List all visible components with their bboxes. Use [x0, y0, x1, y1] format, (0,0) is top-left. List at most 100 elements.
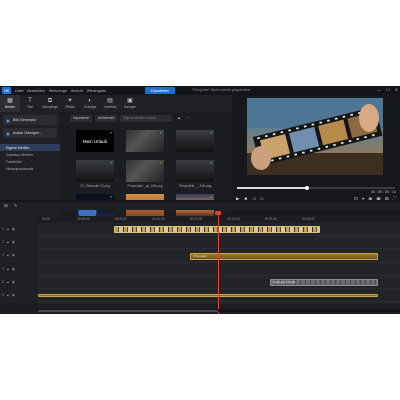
more-options-icon[interactable]: ⋯ — [186, 115, 191, 121]
media-thumbnail[interactable]: ✔ — [126, 130, 164, 152]
maximize-button[interactable]: ☐ — [386, 87, 390, 92]
tool-effects-label: Effekte — [65, 105, 75, 109]
ruler-tick-label: 00:01:00 — [189, 217, 203, 221]
minimize-button[interactable]: — — [377, 87, 381, 92]
image-generator-label: Bild Generator — [12, 118, 36, 122]
visibility-icon[interactable]: ◉ — [12, 227, 15, 231]
avatar-icon: ▣ — [6, 130, 10, 136]
tool-templates-label: Vorlagen — [123, 105, 137, 109]
sidebar-item-colors[interactable]: Farbfelder — [0, 158, 60, 165]
menu-playback[interactable]: Wiedergabe — [87, 89, 106, 93]
media-item-label: CV_Rekorder 03.png — [80, 184, 110, 188]
menu-file[interactable]: Datei — [15, 89, 23, 93]
preview-progress-bar[interactable] — [237, 185, 395, 190]
lock-icon[interactable]: 🔒︎ — [7, 240, 9, 244]
timeline-scrollbar[interactable] — [38, 309, 400, 312]
track-headers: 1 🔒︎ ◉ 2 🔒︎ ◉ 3 🔒︎ ◉ 4 🔒︎ ◉ 5 🔒︎ ◉ 6 🔒︎ ◉ — [0, 223, 38, 304]
media-thumbnail[interactable]: ✔ — [176, 160, 214, 182]
media-thumbnail[interactable]: ✔ — [176, 130, 214, 152]
checkmark-icon: ✔ — [159, 130, 163, 135]
content-toolbar: ▦ Medien T Titel ⧉ Übergänge ✦ Effekte ◐… — [0, 95, 232, 112]
tool-overlays-label: Overlays — [83, 105, 97, 109]
ruler-tick-label: 00:00:00 — [77, 217, 90, 221]
tool-titles[interactable]: T Titel — [20, 95, 40, 112]
track-header: 4 🔒︎ ◉ — [2, 267, 15, 271]
media-item-label: Filmprojekt _ _Edit.png — [178, 184, 212, 188]
menu-edit[interactable]: Bearbeiten — [27, 89, 44, 93]
lock-icon[interactable]: 🔒︎ — [7, 227, 9, 231]
media-item[interactable]: ✔ — [126, 130, 164, 154]
avatar-video-label: Avatar Videogen... — [12, 131, 43, 135]
media-thumbnail[interactable]: ✔ — [76, 160, 114, 182]
media-toolbar: Importieren Aufnehmen Eigene Medien such… — [62, 112, 230, 124]
media-search-input[interactable]: Eigene Medien suchen — [120, 114, 173, 122]
timeline-track — [38, 263, 400, 276]
timeline-scroll-thumb[interactable] — [38, 309, 218, 312]
lock-icon[interactable]: 🔒︎ — [7, 280, 9, 284]
tool-media[interactable]: ▦ Medien — [0, 95, 20, 112]
progress-handle[interactable] — [304, 185, 310, 190]
checkmark-icon: ✔ — [109, 130, 113, 135]
media-item[interactable]: Mein Urlaub ✔ — [76, 130, 114, 154]
tool-transitions-label: Übergänge — [42, 105, 58, 109]
timeline-clip[interactable]: Hintergrund Musik — [269, 278, 379, 286]
media-icon: ▦ — [7, 98, 13, 104]
media-thumbnail[interactable]: ✔ — [126, 160, 164, 182]
track-header: 2 🔒︎ ◉ — [2, 240, 15, 244]
playhead[interactable] — [218, 213, 219, 314]
media-item[interactable]: ✔ — [176, 130, 214, 154]
tool-titles-label: Titel — [27, 105, 33, 109]
ruler-tick-label: 00:00:20 — [114, 217, 128, 221]
lock-icon[interactable]: 🔒︎ — [7, 293, 9, 297]
track-number: 2 — [2, 240, 4, 245]
timeline-clip[interactable] — [38, 294, 379, 298]
tool-templates[interactable]: ▣ Vorlagen — [120, 95, 140, 112]
media-thumbnail[interactable]: Mein Urlaub ✔ — [76, 130, 114, 152]
media-item[interactable]: ✔ CV_Rekorder 03.png — [76, 160, 114, 188]
tool-subtitles[interactable]: ▤ Untertitel — [100, 95, 120, 112]
media-item[interactable]: ✔ Filmprojekt _ _Edit.png — [176, 160, 214, 188]
title-icon: T — [28, 98, 32, 104]
track-number: 1 — [2, 227, 4, 231]
subtitle-icon: ▤ — [107, 98, 113, 104]
menu-tools[interactable]: Werkzeuge — [49, 89, 67, 93]
media-item[interactable]: ✔ Filmprojekt _up_045.png — [126, 160, 164, 188]
avatar-video-button[interactable]: ▣ Avatar Videogen... — [3, 128, 57, 138]
sidebar-item-stock-media[interactable]: Gametoo Medien — [0, 151, 60, 158]
track-header: 6 🔒︎ ◉ — [2, 293, 15, 297]
checkmark-icon: ✔ — [109, 160, 113, 165]
tool-overlays[interactable]: ◐ Overlays — [80, 95, 100, 112]
filter-icon[interactable]: ⏷ — [177, 116, 181, 121]
visibility-icon[interactable]: ◉ — [12, 253, 15, 257]
checkmark-icon: ✔ — [209, 160, 213, 165]
window-controls: — ☐ ✕ — [377, 87, 398, 92]
lock-icon[interactable]: 🔒︎ — [7, 267, 9, 271]
add-track-icon[interactable]: ⊞ — [4, 203, 8, 209]
import-button[interactable]: Importieren — [70, 114, 93, 122]
sidebar-item-my-media[interactable]: Eigene Medien — [0, 144, 60, 151]
edit-icon[interactable]: ✎ — [14, 203, 18, 209]
track-number: 5 — [2, 279, 4, 284]
media-category-list: Eigene Medien Gametoo Medien Farbfelder … — [0, 144, 60, 172]
close-button[interactable]: ✕ — [395, 87, 398, 92]
visibility-icon[interactable]: ◉ — [12, 240, 15, 244]
image-generator-button[interactable]: ▣ Bild Generator — [3, 115, 57, 125]
timeline-ruler[interactable]: 00:00 00:00:00 00:00:20 00:00:40 00:01:00 00:… — [38, 216, 400, 223]
checkmark-icon: ✔ — [209, 130, 213, 135]
tool-effects[interactable]: ✦ Effekte — [60, 95, 80, 112]
checkmark-icon: ✔ — [159, 160, 163, 165]
record-button[interactable]: Aufnehmen — [95, 114, 118, 122]
menu-view[interactable]: Ansicht — [71, 89, 83, 93]
lock-icon[interactable]: 🔒︎ — [7, 253, 9, 257]
sidebar-item-music[interactable]: Hintergrundmusik — [0, 165, 60, 172]
visibility-icon[interactable]: ◉ — [12, 280, 15, 284]
ruler-tick-label: 00:00 — [42, 217, 50, 221]
visibility-icon[interactable]: ◉ — [12, 267, 15, 271]
preview-image — [247, 98, 383, 175]
timecode-display: 00 : 00 : 00 : 14 — [371, 190, 396, 194]
image-gen-icon: ▣ — [6, 117, 10, 123]
tool-transitions[interactable]: ⧉ Übergänge — [40, 95, 60, 112]
export-button[interactable]: Exportieren — [145, 87, 175, 94]
visibility-icon[interactable]: ◉ — [12, 293, 15, 297]
track-header: 5 🔒︎ ◉ — [2, 280, 15, 284]
